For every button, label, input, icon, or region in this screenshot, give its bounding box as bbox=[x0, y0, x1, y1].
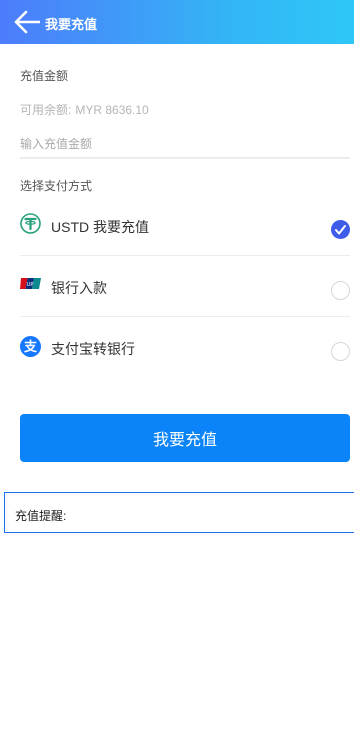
svg-text:支: 支 bbox=[23, 339, 38, 355]
submit-recharge-button[interactable]: 我要充值 bbox=[20, 414, 350, 462]
balance-info: 可用余额: MYR 8636.10 bbox=[20, 101, 149, 118]
payment-option-usdt[interactable]: USTD 我要充值 bbox=[20, 195, 350, 256]
checkmark-icon bbox=[335, 225, 346, 235]
payment-option-alipay[interactable]: 支 支付宝转银行 bbox=[20, 317, 350, 378]
amount-label: 充值金额 bbox=[20, 69, 69, 83]
unionpay-icon: UP bbox=[20, 278, 41, 289]
radio-unchecked[interactable] bbox=[331, 281, 350, 300]
recharge-reminder-box: 充值提醒: bbox=[4, 492, 354, 533]
radio-checked[interactable] bbox=[331, 220, 350, 239]
svg-text:UP: UP bbox=[27, 282, 34, 288]
header-bar: 我要充值 bbox=[0, 0, 354, 44]
arrow-left-icon[interactable] bbox=[14, 10, 40, 34]
payment-method-label: 选择支付方式 bbox=[20, 179, 93, 193]
payment-option-bank[interactable]: UP 银行入款 bbox=[20, 256, 350, 317]
balance-value: MYR 8636.10 bbox=[75, 103, 149, 117]
payment-option-label: 支付宝转银行 bbox=[51, 341, 135, 357]
payment-option-label: USTD 我要充值 bbox=[51, 219, 149, 235]
tether-icon bbox=[20, 213, 41, 234]
payment-option-label: 银行入款 bbox=[51, 280, 107, 296]
alipay-icon: 支 bbox=[20, 336, 41, 357]
reminder-label: 充值提醒: bbox=[15, 509, 67, 523]
balance-label: 可用余额: bbox=[20, 103, 72, 117]
page-title: 我要充值 bbox=[45, 17, 98, 32]
amount-input[interactable] bbox=[20, 130, 350, 159]
radio-unchecked[interactable] bbox=[331, 342, 350, 361]
